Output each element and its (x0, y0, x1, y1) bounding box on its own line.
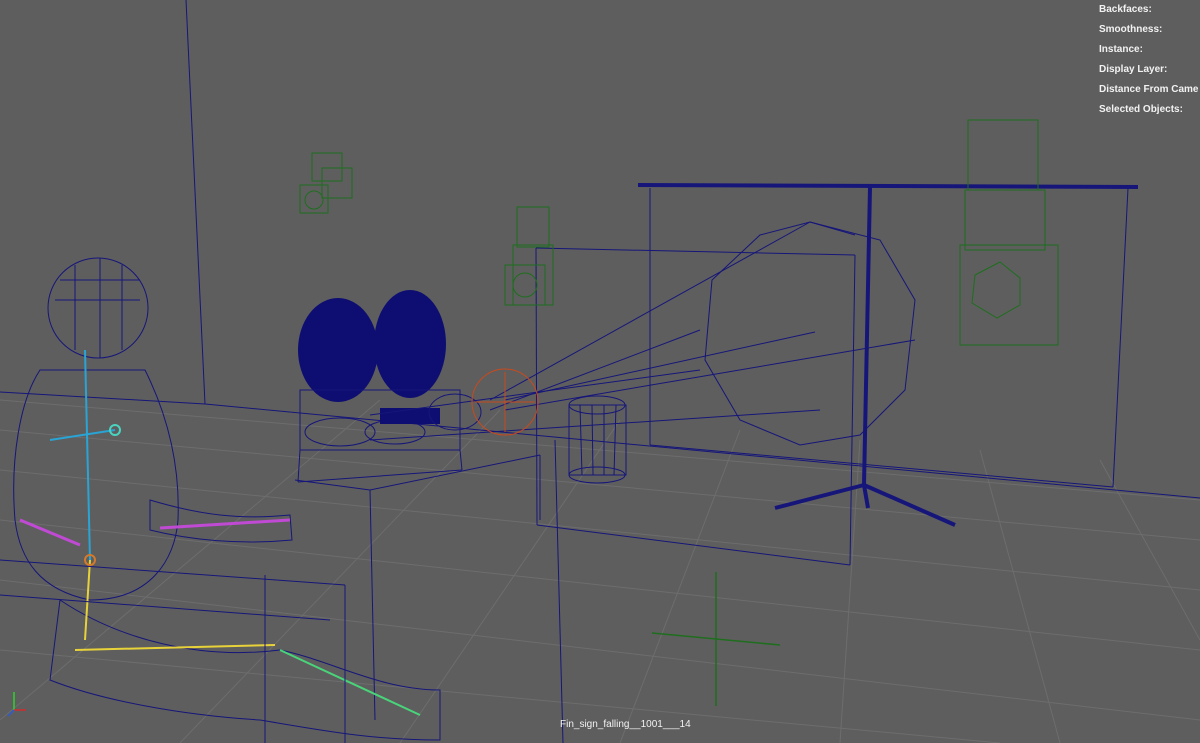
chair[interactable] (0, 559, 346, 743)
hud-display-layer: Display Layer: (1099, 64, 1168, 75)
hud-instance: Instance: (1099, 44, 1143, 55)
hud-selected-objects: Selected Objects: (1099, 104, 1183, 115)
screen-frame[interactable] (535, 247, 856, 743)
green-light-left[interactable] (299, 152, 353, 214)
heads-up-display: Backfaces: Smoothness: Instance: Display… (1099, 0, 1198, 120)
hud-smoothness: Smoothness: (1099, 24, 1163, 35)
film-projector[interactable] (297, 221, 916, 483)
hud-distance-from-camera: Distance From Came (1099, 84, 1199, 95)
scene-view[interactable] (0, 0, 1200, 743)
viewport-panel[interactable]: Backfaces: Smoothness: Instance: Display… (0, 0, 1200, 743)
crosshair-icon (651, 572, 781, 706)
green-light-middle[interactable] (504, 206, 554, 306)
floor-grid (0, 399, 1200, 743)
hud-backfaces: Backfaces: (1099, 4, 1152, 15)
green-light-right[interactable] (959, 119, 1059, 346)
camera-name-label: Fin_sign_falling__1001___14 (560, 719, 691, 730)
table[interactable] (294, 454, 541, 721)
projector-light[interactable] (471, 368, 539, 436)
axis-gizmo-icon (7, 692, 26, 717)
